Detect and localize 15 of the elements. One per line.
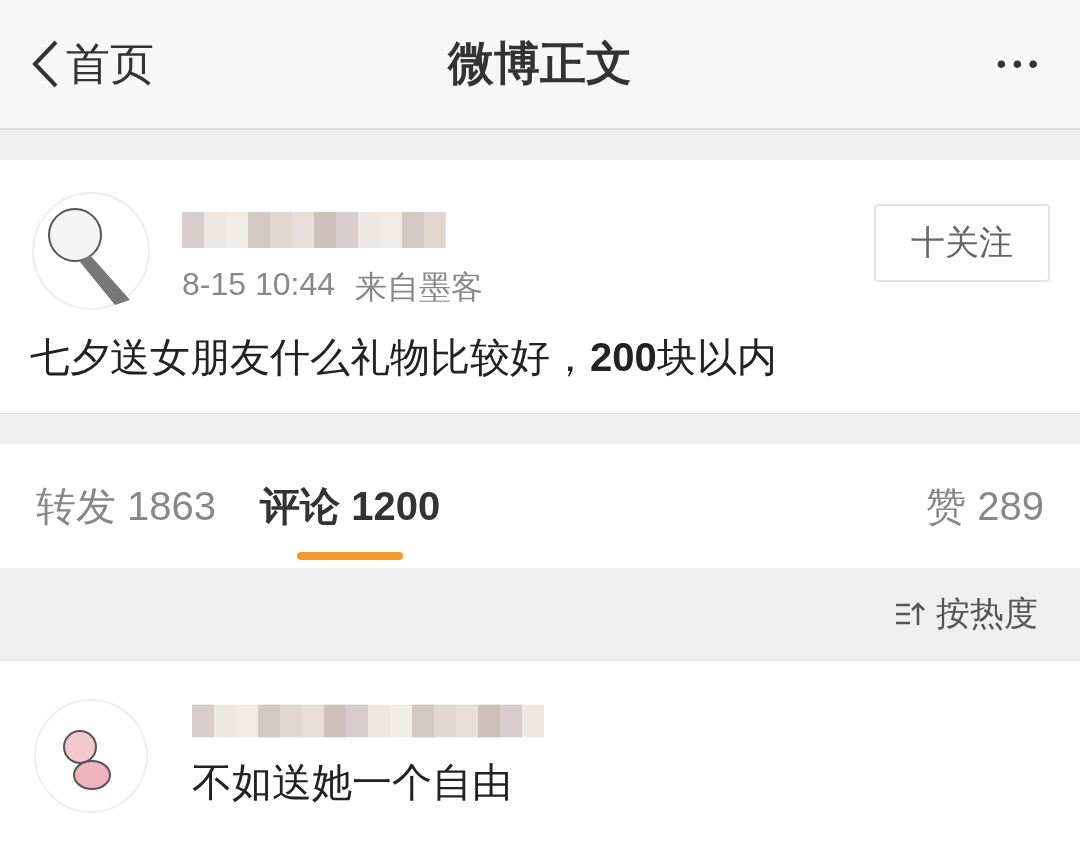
tab[interactable]: 评论 1200 <box>260 444 441 568</box>
post-source: 来自墨客 <box>355 268 483 307</box>
post-text: 七夕送女朋友什么礼物比较好，200块以内 <box>30 334 778 381</box>
more-button[interactable]: ••• <box>990 47 1050 81</box>
avatar[interactable] <box>30 190 152 312</box>
page-title: 微博正文 <box>448 37 632 89</box>
tab[interactable]: 转发 1863 <box>36 444 217 568</box>
follow-button[interactable]: 十关注 <box>874 204 1050 282</box>
sort-icon <box>894 601 926 627</box>
sort-button[interactable]: 按热度 <box>888 590 1044 638</box>
comment-text: 不如送她一个自由 <box>192 759 513 806</box>
tab[interactable]: 赞 289 <box>926 444 1044 568</box>
chevron-left-icon <box>30 39 60 89</box>
back-button[interactable]: 首页 <box>30 34 154 94</box>
post-time: 8-15 10:44 <box>182 266 335 304</box>
